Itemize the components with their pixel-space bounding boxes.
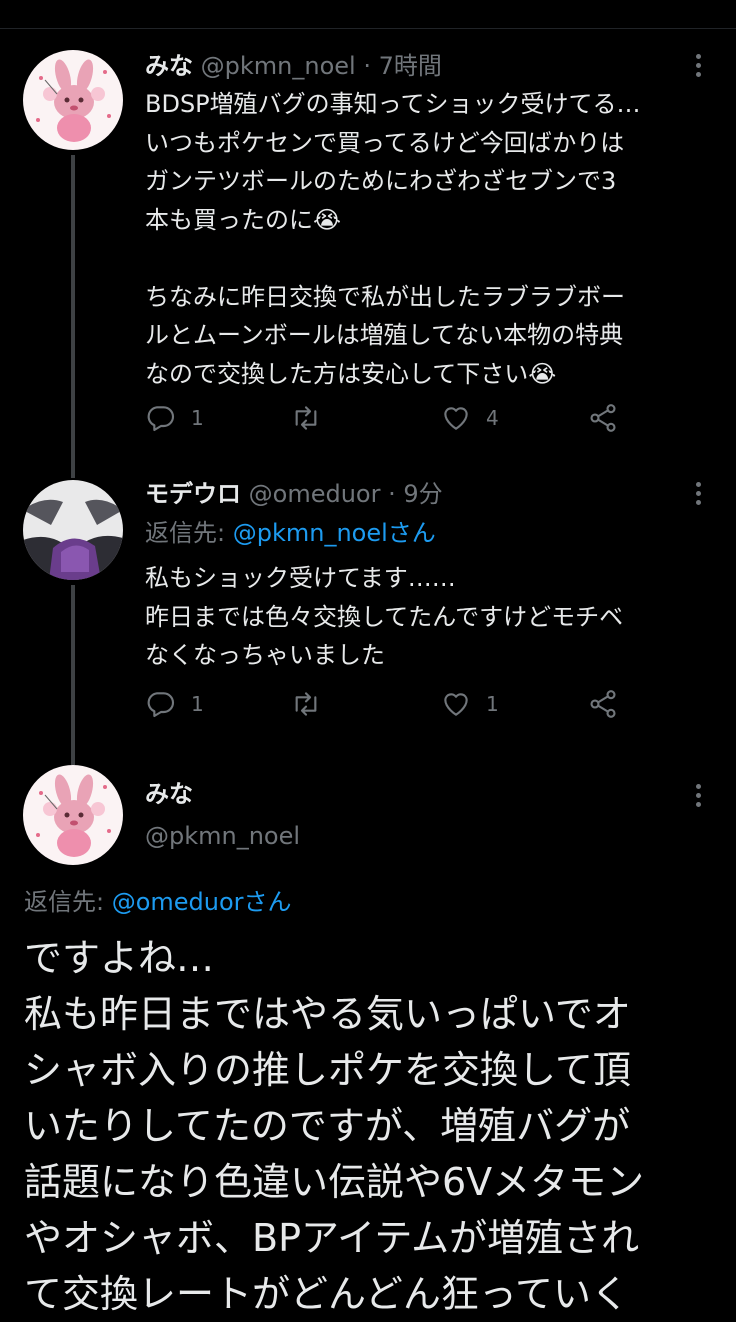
timestamp[interactable]: · 7時間	[363, 52, 442, 80]
timestamp[interactable]: · 9分	[388, 480, 443, 508]
share-button[interactable]	[587, 400, 619, 436]
reply-icon	[147, 406, 175, 432]
heart-icon	[444, 407, 468, 430]
avatar[interactable]	[23, 480, 123, 580]
tweet-actions: 1 1	[145, 686, 625, 722]
user-handle[interactable]: @omeduor	[249, 480, 381, 508]
reply-prefix: 返信先:	[24, 888, 112, 916]
reply-to-link[interactable]: @omeduorさん	[112, 888, 292, 916]
reply-prefix: 返信先:	[145, 519, 233, 547]
tweet-header: モデウロ @omeduor · 9分	[145, 478, 443, 510]
reply-to-link[interactable]: @pkmn_noelさん	[233, 519, 436, 547]
more-options-icon[interactable]	[688, 54, 708, 82]
reply-icon	[147, 692, 175, 718]
pokemon-avatar-image	[23, 480, 123, 580]
like-button[interactable]: 1	[440, 686, 499, 722]
tweet-text: BDSP増殖バグの事知ってショック受けてる… いつもポケセンで買ってるけど今回ば…	[145, 90, 641, 388]
share-icon	[590, 690, 616, 718]
tweet-text: 私もショック受けてます…… 昨日までは色々交換してたんですけどモチベ なくなっち…	[145, 564, 624, 669]
user-handle[interactable]: @pkmn_noel	[201, 52, 356, 80]
retweet-button[interactable]	[290, 686, 336, 722]
reply-count: 1	[191, 406, 204, 430]
thread-line	[71, 155, 75, 475]
display-name[interactable]: みな	[145, 52, 193, 80]
tweet-1[interactable]: みな @pkmn_noel · 7時間 BDSP増殖バグの事知ってショック受けて…	[0, 0, 736, 475]
heart-icon	[444, 693, 468, 716]
retweet-icon	[295, 692, 317, 716]
more-options-icon[interactable]	[688, 784, 708, 812]
reply-button[interactable]: 1	[145, 686, 204, 722]
like-count: 1	[486, 692, 499, 716]
avatar[interactable]	[23, 50, 123, 150]
tweet-actions: 1 4	[145, 400, 625, 436]
reply-context: 返信先: @omeduorさん	[24, 886, 292, 918]
share-icon	[590, 404, 616, 432]
avatar[interactable]	[23, 765, 123, 865]
retweet-icon	[295, 406, 317, 430]
user-handle[interactable]: @pkmn_noel	[145, 820, 300, 852]
tweet-2[interactable]: モデウロ @omeduor · 9分 返信先: @pkmn_noelさん 私もシ…	[0, 470, 736, 760]
like-count: 4	[486, 406, 499, 430]
more-options-icon[interactable]	[688, 482, 708, 510]
reply-context: 返信先: @pkmn_noelさん	[145, 517, 436, 549]
bunny-avatar-image	[23, 50, 123, 150]
display-name[interactable]: モデウロ	[145, 480, 241, 508]
thread-line	[71, 585, 75, 760]
thread-line	[71, 470, 75, 478]
retweet-button[interactable]	[290, 400, 336, 436]
bunny-avatar-image	[23, 765, 123, 865]
reply-button[interactable]: 1	[145, 400, 204, 436]
tweet-header: みな @pkmn_noel · 7時間	[145, 50, 442, 82]
display-name[interactable]: みな	[145, 778, 193, 810]
focused-tweet-text: ですよね… 私も昨日まではやる気いっぱいでオ シャボ入りの推しポケを交換して頂 …	[24, 936, 645, 1316]
reply-count: 1	[191, 692, 204, 716]
share-button[interactable]	[587, 686, 619, 722]
like-button[interactable]: 4	[440, 400, 499, 436]
